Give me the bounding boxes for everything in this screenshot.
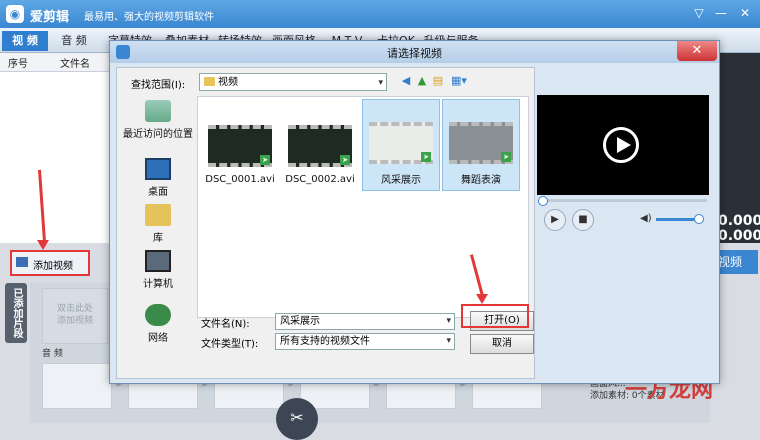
file-name: 舞蹈表演 bbox=[461, 175, 501, 186]
place-desktop[interactable]: 桌面 bbox=[123, 158, 193, 198]
dialog-close-icon[interactable]: ✕ bbox=[677, 41, 717, 61]
chevron-down-icon: ▾ bbox=[378, 78, 383, 88]
place-network[interactable]: 网络 bbox=[123, 304, 193, 344]
play-icon[interactable] bbox=[603, 127, 639, 163]
computer-icon bbox=[145, 250, 171, 272]
video-file-icon: ➤ bbox=[340, 155, 350, 165]
seek-handle[interactable] bbox=[538, 196, 548, 206]
file-name: DSC_0001.avi bbox=[205, 174, 275, 185]
app-titlebar: ◉ 爱剪辑 最易用、强大的视频剪辑软件 ▽ — ✕ bbox=[0, 0, 760, 28]
time-readout-2: 0.000 bbox=[718, 228, 760, 244]
list-header: 序号 文件名 bbox=[0, 53, 110, 72]
scissors-icon[interactable]: ✂ bbox=[276, 398, 318, 440]
recent-places-icon bbox=[145, 100, 171, 122]
video-file-icon: ➤ bbox=[421, 152, 431, 162]
add-video-label: 添加视频 bbox=[33, 261, 73, 272]
place-recent[interactable]: 最近访问的位置 bbox=[123, 100, 193, 140]
annotation-arrow-head bbox=[37, 240, 49, 250]
places-bar: 最近访问的位置 桌面 库 计算机 网络 bbox=[123, 96, 193, 364]
look-in-value: 视频 bbox=[218, 77, 238, 88]
file-item[interactable]: ➤ DSC_0002.avi bbox=[282, 103, 358, 193]
place-library[interactable]: 库 bbox=[123, 204, 193, 244]
folder-icon bbox=[204, 77, 215, 86]
cancel-button[interactable]: 取消 bbox=[470, 334, 534, 354]
network-icon bbox=[145, 304, 171, 326]
desktop-icon bbox=[145, 158, 171, 180]
menu-icon[interactable]: ▽ bbox=[690, 5, 708, 21]
add-video-button[interactable]: 添加视频 bbox=[10, 250, 90, 276]
file-item-selected[interactable]: ➤ 风采展示 bbox=[362, 99, 440, 191]
up-icon[interactable]: ▲ bbox=[415, 74, 429, 88]
place-label: 网络 bbox=[148, 333, 168, 344]
back-icon[interactable]: ◀ bbox=[399, 74, 413, 88]
minimize-icon[interactable]: — bbox=[712, 5, 730, 21]
video-file-icon: ➤ bbox=[501, 152, 511, 162]
file-item[interactable]: ➤ DSC_0001.avi bbox=[202, 103, 278, 193]
place-label: 最近访问的位置 bbox=[123, 129, 193, 140]
place-label: 库 bbox=[153, 233, 163, 244]
new-folder-icon[interactable]: ▤ bbox=[431, 74, 445, 88]
file-name: 风采展示 bbox=[381, 175, 421, 186]
open-file-dialog: 请选择视频 ✕ 查找范围(I): 视频 ▾ ◀ ▲ ▤ ▦▾ 最近访问的位置 桌… bbox=[109, 40, 720, 384]
audio-track-label: 音 频 bbox=[42, 349, 63, 359]
file-name: DSC_0002.avi bbox=[285, 174, 355, 185]
tab-audio[interactable]: 音 频 bbox=[52, 31, 96, 51]
place-computer[interactable]: 计算机 bbox=[123, 250, 193, 290]
app-name: 爱剪辑 bbox=[30, 10, 70, 25]
stop-button[interactable]: ■ bbox=[572, 209, 594, 231]
time-readout-1: 0.000 bbox=[718, 213, 760, 229]
dialog-title: 请选择视频 bbox=[387, 47, 442, 60]
filename-label: 文件名(N): bbox=[201, 319, 250, 330]
annotation-arrow-head bbox=[476, 294, 488, 304]
col-filename: 文件名 bbox=[60, 59, 90, 70]
look-in-label: 查找范围(I): bbox=[131, 80, 186, 91]
clip-slot[interactable] bbox=[42, 363, 112, 409]
video-file-icon: ➤ bbox=[260, 155, 270, 165]
volume-icon: ◀) bbox=[640, 213, 652, 224]
video-list: 序号 文件名 bbox=[0, 53, 111, 243]
library-icon bbox=[145, 204, 171, 226]
file-item-selected[interactable]: ➤ 舞蹈表演 bbox=[442, 99, 520, 191]
dialog-body: 查找范围(I): 视频 ▾ ◀ ▲ ▤ ▦▾ 最近访问的位置 桌面 库 计算机 … bbox=[116, 67, 535, 379]
chevron-down-icon: ▾ bbox=[446, 316, 451, 326]
filename-value: 风采展示 bbox=[280, 316, 320, 327]
seek-bar[interactable] bbox=[538, 196, 707, 206]
place-label: 计算机 bbox=[143, 279, 173, 290]
chevron-down-icon: ▾ bbox=[446, 336, 451, 346]
open-button-highlight bbox=[461, 304, 529, 328]
dialog-titlebar: 请选择视频 ✕ bbox=[110, 41, 719, 63]
close-icon[interactable]: ✕ bbox=[736, 5, 754, 21]
video-preview bbox=[537, 95, 709, 195]
add-clip-placeholder[interactable]: 双击此处 添加视频 bbox=[42, 288, 108, 344]
film-icon bbox=[16, 257, 28, 267]
app-slogan: 最易用、强大的视频剪辑软件 bbox=[84, 12, 214, 23]
added-clips-tab[interactable]: 已添加片段 bbox=[5, 283, 27, 343]
volume-slider[interactable] bbox=[656, 218, 696, 221]
filetype-select[interactable]: 所有支持的视频文件 ▾ bbox=[275, 333, 455, 350]
place-label: 桌面 bbox=[148, 187, 168, 198]
app-logo-icon: ◉ bbox=[6, 5, 24, 23]
play-button[interactable]: ▶ bbox=[544, 209, 566, 231]
filetype-label: 文件类型(T): bbox=[201, 339, 259, 350]
filetype-value: 所有支持的视频文件 bbox=[280, 336, 370, 347]
view-menu-icon[interactable]: ▦▾ bbox=[449, 74, 469, 88]
volume-handle[interactable] bbox=[694, 214, 704, 224]
col-index: 序号 bbox=[8, 59, 28, 70]
tab-video[interactable]: 视 频 bbox=[2, 31, 48, 51]
look-in-combo[interactable]: 视频 ▾ bbox=[199, 73, 387, 91]
filename-field[interactable]: 风采展示 ▾ bbox=[275, 313, 455, 330]
